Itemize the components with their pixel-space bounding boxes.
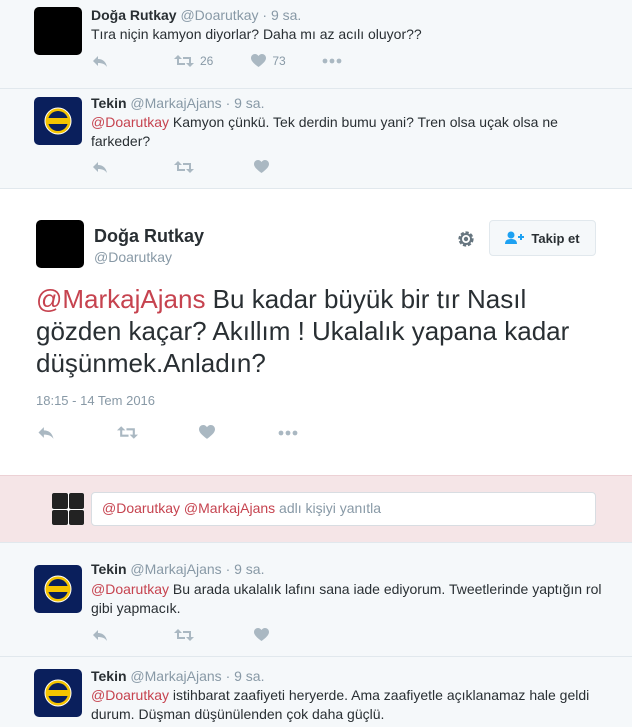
follow-label: Takip et bbox=[531, 230, 580, 246]
like-count: 73 bbox=[272, 54, 286, 68]
tweet-actions bbox=[92, 628, 269, 642]
avatar[interactable] bbox=[34, 565, 82, 613]
reply-icon bbox=[38, 427, 54, 439]
tweet-text: @Doarutkay Kamyon çünkü. Tek derdin bumu… bbox=[91, 113, 591, 151]
retweet-icon bbox=[174, 55, 194, 67]
heart-icon bbox=[254, 628, 269, 641]
tweet-text: @Doarutkay Bu arada ukalalık lafını sana… bbox=[91, 580, 611, 618]
author-handle[interactable]: @Doarutkay bbox=[94, 249, 204, 265]
author-name[interactable]: Tekin bbox=[91, 95, 127, 111]
author-name[interactable]: Doğa Rutkay bbox=[94, 226, 204, 247]
follow-button[interactable]: Takip et bbox=[489, 220, 596, 256]
author-name[interactable]: Doğa Rutkay bbox=[91, 7, 177, 23]
author-handle[interactable]: @Doarutkay bbox=[180, 7, 258, 23]
avatar[interactable] bbox=[34, 97, 82, 145]
reply-placeholder: adlı kişiyi yanıtla bbox=[275, 500, 381, 516]
author-name[interactable]: Tekin bbox=[91, 561, 127, 577]
tweet-actions bbox=[37, 425, 298, 440]
like-button[interactable]: 73 bbox=[251, 54, 286, 68]
reply-button[interactable] bbox=[92, 160, 108, 174]
retweet-icon bbox=[174, 629, 194, 641]
retweet-button[interactable] bbox=[117, 425, 138, 440]
reply-button[interactable] bbox=[92, 54, 108, 68]
reply-icon bbox=[93, 630, 107, 641]
tweet-time[interactable]: · 9 sa. bbox=[226, 95, 265, 111]
tweet-item[interactable]: Tekin @MarkajAjans · 9 sa. @Doarutkay Ka… bbox=[0, 89, 632, 189]
more-icon bbox=[278, 430, 298, 435]
mention-link[interactable]: @Doarutkay bbox=[91, 687, 169, 703]
retweet-button[interactable]: 26 bbox=[174, 54, 213, 68]
author-name[interactable]: Tekin bbox=[91, 668, 127, 684]
reply-icon bbox=[93, 162, 107, 173]
retweet-icon bbox=[117, 426, 138, 439]
retweet-button[interactable] bbox=[174, 160, 194, 174]
settings-button[interactable] bbox=[456, 229, 476, 254]
tweet-text: @Doarutkay istihbarat zaafiyeti heryerde… bbox=[91, 686, 626, 724]
tweet-text: Tıra niçin kamyon diyorlar? Daha mı az a… bbox=[91, 26, 422, 42]
reply-mention: @Doarutkay bbox=[102, 500, 181, 516]
like-button[interactable] bbox=[199, 425, 215, 440]
reply-box: @Doarutkay @MarkajAjans adlı kişiyi yanı… bbox=[0, 475, 632, 543]
main-tweet-text: @MarkajAjans Bu kadar büyük bir tır Nası… bbox=[36, 283, 616, 379]
tweet-time[interactable]: · 9 sa. bbox=[262, 7, 301, 23]
avatar[interactable] bbox=[34, 7, 82, 55]
heart-icon bbox=[251, 54, 267, 67]
tweet-item[interactable]: Doğa Rutkay @Doarutkay · 9 sa. Tıra niçi… bbox=[0, 0, 632, 89]
tweet-time[interactable]: · 9 sa. bbox=[226, 668, 265, 684]
tweet-item[interactable]: Tekin @MarkajAjans · 9 sa. @Doarutkay Bu… bbox=[0, 543, 632, 657]
mention-link[interactable]: @Doarutkay bbox=[91, 581, 169, 597]
club-logo-icon bbox=[44, 107, 72, 135]
more-button[interactable] bbox=[278, 430, 298, 436]
retweet-button[interactable] bbox=[174, 628, 194, 642]
follow-icon bbox=[505, 231, 525, 244]
tweet-header: Tekin @MarkajAjans · 9 sa. bbox=[91, 668, 264, 684]
avatar[interactable] bbox=[36, 220, 84, 268]
retweet-count: 26 bbox=[200, 54, 214, 68]
current-user-avatar bbox=[52, 493, 84, 525]
tweet-time[interactable]: · 9 sa. bbox=[226, 561, 265, 577]
gear-icon bbox=[458, 231, 474, 247]
mention-link[interactable]: @MarkajAjans bbox=[36, 284, 205, 314]
like-button[interactable] bbox=[254, 628, 269, 642]
tweet-header: Tekin @MarkajAjans · 9 sa. bbox=[91, 95, 264, 111]
heart-icon bbox=[199, 425, 215, 439]
author-handle[interactable]: @MarkajAjans bbox=[130, 561, 221, 577]
tweet-item[interactable]: Tekin @MarkajAjans · 9 sa. @Doarutkay is… bbox=[0, 657, 632, 727]
author-handle[interactable]: @MarkajAjans bbox=[130, 668, 221, 684]
reply-mention: @MarkajAjans bbox=[183, 500, 276, 516]
more-button[interactable] bbox=[322, 58, 342, 64]
reply-icon bbox=[93, 56, 107, 67]
mention-link[interactable]: @Doarutkay bbox=[91, 114, 169, 130]
retweet-icon bbox=[174, 161, 194, 173]
reply-input[interactable]: @Doarutkay @MarkajAjans adlı kişiyi yanı… bbox=[91, 492, 596, 526]
tweet-timestamp[interactable]: 18:15 - 14 Tem 2016 bbox=[36, 393, 155, 408]
club-logo-icon bbox=[44, 575, 72, 603]
club-logo-icon bbox=[44, 679, 72, 707]
author-handle[interactable]: @MarkajAjans bbox=[130, 95, 221, 111]
tweet-header: Doğa Rutkay @Doarutkay · 9 sa. bbox=[91, 7, 301, 23]
main-author: Doğa Rutkay @Doarutkay bbox=[94, 226, 204, 265]
like-button[interactable] bbox=[254, 160, 269, 174]
avatar[interactable] bbox=[34, 669, 82, 717]
tweet-header: Tekin @MarkajAjans · 9 sa. bbox=[91, 561, 264, 577]
more-icon bbox=[322, 58, 342, 64]
tweet-actions bbox=[92, 160, 269, 174]
reply-button[interactable] bbox=[92, 628, 108, 642]
reply-button[interactable] bbox=[37, 425, 55, 440]
heart-icon bbox=[254, 160, 269, 173]
tweet-actions: 26 73 bbox=[92, 54, 342, 68]
